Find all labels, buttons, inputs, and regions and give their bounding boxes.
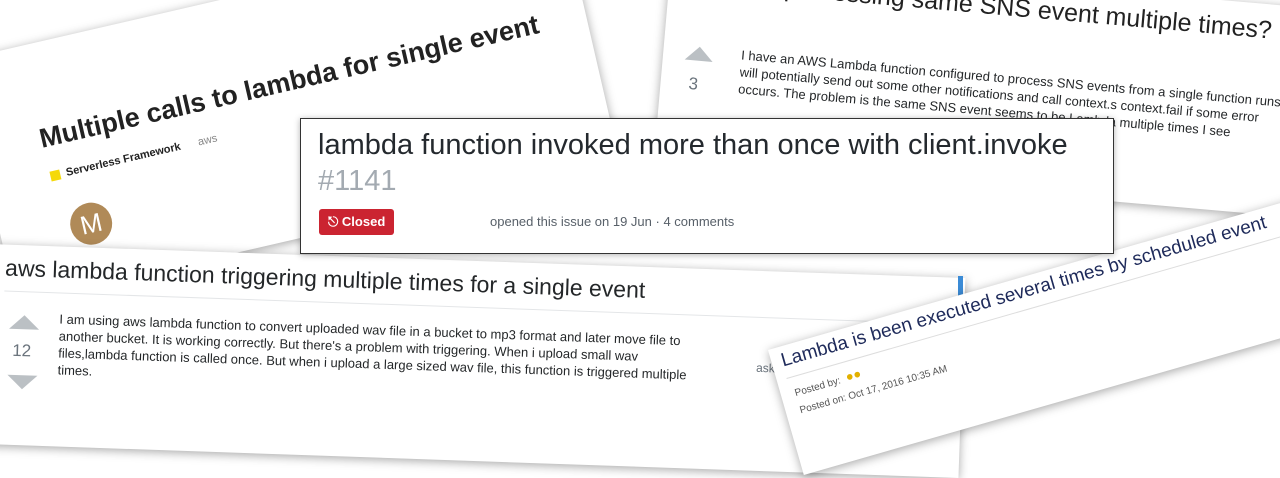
tag-color-square-icon — [49, 169, 62, 182]
github-issue-card: lambda function invoked more than once w… — [300, 118, 1114, 254]
upvote-arrow-icon[interactable] — [684, 45, 714, 62]
issue-meta: opened this issue on 19 Jun · 4 comments — [490, 214, 735, 229]
question-title[interactable]: Lambda processing same SNS event multipl… — [686, 0, 1273, 46]
status-badge: ⎋ Closed — [319, 209, 395, 235]
vote-count: 12 — [11, 340, 32, 361]
downvote-arrow-icon[interactable] — [6, 374, 38, 390]
user-badge-icon: ●● — [843, 365, 863, 385]
avatar[interactable]: M — [65, 198, 117, 249]
question-body: I am using aws lambda function to conver… — [57, 311, 687, 383]
closed-issue-icon: ⎋ — [328, 214, 339, 229]
status-label: Closed — [341, 214, 386, 229]
tag-aws[interactable]: aws — [197, 132, 219, 148]
issue-title[interactable]: lambda function invoked more than once w… — [318, 129, 1068, 162]
question-title[interactable]: aws lambda function triggering multiple … — [5, 255, 646, 304]
upvote-arrow-icon[interactable] — [9, 314, 40, 330]
vote-count: 3 — [687, 73, 699, 94]
issue-number: #1141 — [318, 165, 397, 197]
